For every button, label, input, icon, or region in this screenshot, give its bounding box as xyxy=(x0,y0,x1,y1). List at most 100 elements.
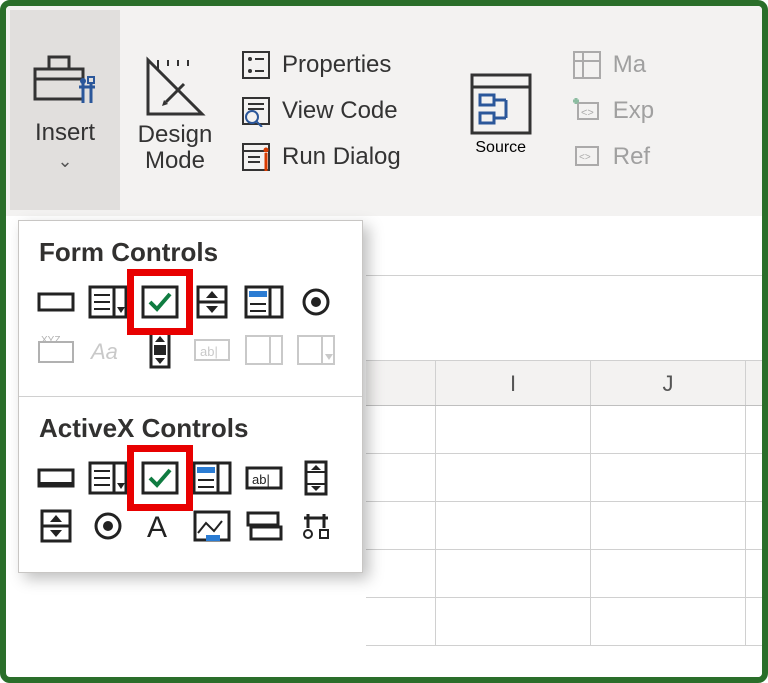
refresh-icon: <> xyxy=(571,141,603,173)
map-icon xyxy=(571,49,603,81)
form-combobox-control[interactable] xyxy=(85,282,131,322)
cell[interactable] xyxy=(436,598,591,646)
form-combo-dropdown-control xyxy=(293,330,339,370)
form-optionbutton-control[interactable] xyxy=(293,282,339,322)
view-code-icon xyxy=(240,95,272,127)
ax-image-control[interactable] xyxy=(189,506,235,546)
properties-icon xyxy=(240,49,272,81)
design-triangle-icon xyxy=(140,52,210,122)
cell[interactable] xyxy=(746,598,768,646)
ax-optionbutton-control[interactable] xyxy=(85,506,131,546)
cell[interactable] xyxy=(436,406,591,454)
expansion-label: Exp xyxy=(613,97,654,125)
activex-controls-section: ActiveX Controls ab| xyxy=(19,397,362,572)
cell[interactable] xyxy=(366,550,436,598)
svg-text:ab|: ab| xyxy=(200,344,218,359)
svg-text:<>: <> xyxy=(581,107,594,119)
svg-text:Aa: Aa xyxy=(89,339,118,364)
ax-label-control[interactable]: A xyxy=(137,506,183,546)
form-textfield-control: ab| xyxy=(189,330,235,370)
map-label: Ma xyxy=(613,51,646,79)
chevron-down-icon: ⌄ xyxy=(57,151,72,172)
grid-row xyxy=(366,598,762,646)
ax-commandbutton-control[interactable] xyxy=(33,458,79,498)
source-button[interactable]: Source xyxy=(441,6,561,216)
cell[interactable] xyxy=(366,598,436,646)
ax-spinbutton-control[interactable] xyxy=(33,506,79,546)
code-group: Properties View Code xyxy=(230,6,411,216)
cell[interactable] xyxy=(591,502,746,550)
refresh-button[interactable]: <> Ref xyxy=(571,141,654,173)
spacer xyxy=(366,276,762,360)
cell[interactable] xyxy=(366,454,436,502)
cell[interactable] xyxy=(746,406,768,454)
svg-text:<>: <> xyxy=(579,152,591,163)
form-spinner-control[interactable] xyxy=(189,282,235,322)
ax-morecontrols-control[interactable] xyxy=(293,506,339,546)
ax-combobox-control[interactable] xyxy=(85,458,131,498)
refresh-label: Ref xyxy=(613,143,650,171)
grid-row xyxy=(366,406,762,454)
toolbox-icon xyxy=(31,49,99,109)
svg-text:A: A xyxy=(147,511,167,543)
cell[interactable] xyxy=(746,454,768,502)
form-listbox-control[interactable] xyxy=(241,282,287,322)
cell[interactable] xyxy=(366,406,436,454)
cell[interactable] xyxy=(591,550,746,598)
ax-checkbox-control[interactable] xyxy=(137,458,183,498)
insert-controls-dropdown: Form Controls xyxy=(18,220,363,573)
insert-label: Insert xyxy=(35,119,95,147)
form-button-control[interactable] xyxy=(33,282,79,322)
cell[interactable] xyxy=(436,454,591,502)
form-checkbox-control[interactable] xyxy=(137,282,183,322)
cell[interactable] xyxy=(366,502,436,550)
form-combo-list-control xyxy=(241,330,287,370)
form-groupbox-control[interactable]: XYZ xyxy=(33,330,79,370)
xml-group: Ma <> Exp <> Ref xyxy=(561,6,654,216)
ax-togglebutton-control[interactable] xyxy=(241,506,287,546)
svg-text:ab|: ab| xyxy=(252,472,270,487)
formula-bar-region[interactable] xyxy=(366,216,762,276)
col-header-blank[interactable] xyxy=(366,361,436,405)
properties-button[interactable]: Properties xyxy=(240,49,401,81)
form-scrollbar-control[interactable] xyxy=(137,330,183,370)
cell[interactable] xyxy=(746,502,768,550)
spreadsheet-area: I J xyxy=(366,216,762,677)
source-label: Source xyxy=(475,139,526,157)
ax-textbox-control[interactable]: ab| xyxy=(241,458,287,498)
cell[interactable] xyxy=(591,406,746,454)
svg-text:XYZ: XYZ xyxy=(41,335,60,346)
form-label-control[interactable]: Aa xyxy=(85,330,131,370)
form-controls-title: Form Controls xyxy=(39,237,348,268)
form-controls-section: Form Controls xyxy=(19,221,362,396)
ribbon: Insert ⌄ Design Mode xyxy=(6,6,762,216)
cell[interactable] xyxy=(436,502,591,550)
grid-row xyxy=(366,550,762,598)
design-label-1: Design xyxy=(138,122,213,148)
run-dialog-button[interactable]: Run Dialog xyxy=(240,141,401,173)
run-dialog-label: Run Dialog xyxy=(282,143,401,171)
cell[interactable] xyxy=(591,454,746,502)
insert-dropdown-button[interactable]: Insert ⌄ xyxy=(10,10,120,210)
col-header-next[interactable] xyxy=(746,361,768,405)
properties-label: Properties xyxy=(282,51,391,79)
grid-row xyxy=(366,502,762,550)
activex-controls-title: ActiveX Controls xyxy=(39,413,348,444)
cell[interactable] xyxy=(591,598,746,646)
design-label-2: Mode xyxy=(145,148,205,174)
view-code-button[interactable]: View Code xyxy=(240,95,401,127)
expansion-icon: <> xyxy=(571,95,603,127)
expansion-button[interactable]: <> Exp xyxy=(571,95,654,127)
ax-scrollbar-control[interactable] xyxy=(293,458,339,498)
grid-row xyxy=(366,454,762,502)
map-properties-button[interactable]: Ma xyxy=(571,49,654,81)
col-header-J[interactable]: J xyxy=(591,361,746,405)
column-headers: I J xyxy=(366,360,762,406)
cell[interactable] xyxy=(746,550,768,598)
source-icon xyxy=(466,69,536,139)
col-header-I[interactable]: I xyxy=(436,361,591,405)
cell[interactable] xyxy=(436,550,591,598)
ax-listbox-control[interactable] xyxy=(189,458,235,498)
design-mode-button[interactable]: Design Mode xyxy=(120,6,230,216)
run-dialog-icon xyxy=(240,141,272,173)
